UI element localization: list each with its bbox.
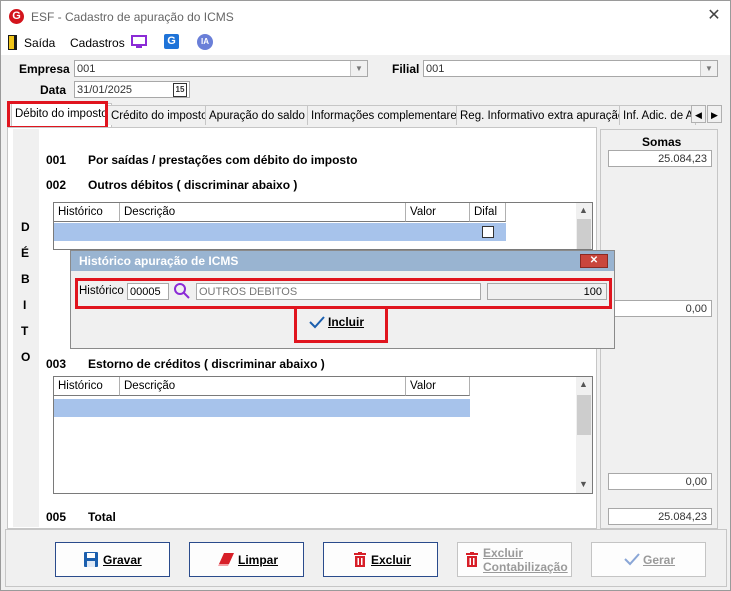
delete-accounting-label-line2: Contabilização — [483, 560, 568, 574]
branch-value: 001 — [426, 63, 445, 75]
date-label: Data — [40, 83, 67, 97]
tab-informacoes-complementares[interactable]: Informações complementares — [307, 105, 467, 125]
branch-label: Filial — [392, 62, 420, 76]
somas-header: Somas — [642, 135, 682, 149]
delete-accounting-button[interactable]: Excluir Contabilização — [457, 542, 572, 577]
window-title: ESF - Cadastro de apuração do ICMS — [31, 10, 234, 24]
table-row[interactable] — [54, 399, 470, 417]
section-005-label: Total — [88, 510, 116, 524]
chevron-up-icon[interactable]: ▲ — [579, 205, 588, 215]
company-label: Empresa — [19, 62, 70, 76]
menu-exit[interactable]: Saída — [24, 36, 55, 50]
main-window: G ESF - Cadastro de apuração do ICMS ✕ S… — [0, 0, 731, 591]
vertical-letter: T — [21, 324, 29, 338]
section-003-label: Estorno de créditos ( discriminar abaixo… — [88, 357, 325, 371]
date-field[interactable]: 31/01/2025 15 — [74, 81, 190, 98]
highlight-dialog-fields — [75, 278, 612, 309]
section-002-code: 002 — [46, 178, 67, 192]
delete-button-label: Excluir — [371, 553, 412, 567]
column-header-valor[interactable]: Valor — [406, 203, 470, 222]
credit-reversal-grid[interactable]: Histórico Descrição Valor ▲ ▼ — [53, 376, 593, 494]
tab-scroll-left-icon[interactable]: ◀ — [691, 105, 706, 123]
table-row[interactable] — [54, 223, 506, 241]
tab-inf-adic[interactable]: Inf. Adic. de A — [619, 105, 696, 125]
close-window-button[interactable]: ✕ — [704, 6, 724, 26]
dialog-title: Histórico apuração de ICMS — [79, 254, 239, 268]
floppy-disk-icon — [84, 552, 98, 570]
clear-button-label: Limpar — [238, 553, 279, 567]
sum-005-total: 25.084,23 — [608, 508, 712, 525]
difal-checkbox[interactable] — [482, 226, 494, 238]
sum-002: 0,00 — [608, 300, 712, 317]
tab-strip: Débito do imposto Crédito do imposto Apu… — [7, 103, 725, 127]
company-value: 001 — [77, 63, 96, 75]
eraser-icon — [218, 552, 236, 570]
exit-icon — [8, 35, 18, 50]
save-button[interactable]: Gravar — [55, 542, 170, 577]
section-002-label: Outros débitos ( discriminar abaixo ) — [88, 178, 298, 192]
highlight-include-button — [294, 306, 388, 343]
vertical-letter: D — [21, 220, 30, 234]
chevron-up-icon[interactable]: ▲ — [579, 379, 588, 389]
clear-button[interactable]: Limpar — [189, 542, 304, 577]
date-value: 31/01/2025 — [77, 84, 133, 96]
tab-reg-informativo[interactable]: Reg. Informativo extra apuração — [456, 105, 629, 125]
chevron-down-icon[interactable]: ▼ — [700, 61, 717, 76]
save-button-label: Gravar — [103, 553, 142, 567]
dialog-close-button[interactable]: ✕ — [580, 254, 608, 268]
calendar-icon[interactable]: 15 — [173, 83, 187, 97]
trash-icon — [354, 552, 366, 570]
app-logo: G — [9, 9, 24, 24]
delete-accounting-label-line1: Excluir — [483, 546, 524, 560]
generate-button[interactable]: Gerar — [591, 542, 706, 577]
vertical-letter: B — [21, 272, 30, 286]
column-header-valor[interactable]: Valor — [406, 377, 470, 396]
chevron-down-icon[interactable]: ▼ — [350, 61, 367, 76]
chevron-down-icon[interactable]: ▼ — [579, 479, 588, 489]
sum-001: 25.084,23 — [608, 150, 712, 167]
branch-select[interactable]: 001 ▼ — [423, 60, 718, 77]
section-001-label: Por saídas / prestações com débito do im… — [88, 153, 358, 167]
column-header-historico[interactable]: Histórico — [54, 203, 120, 222]
column-header-historico[interactable]: Histórico — [54, 377, 120, 396]
title-bar: G ESF - Cadastro de apuração do ICMS ✕ — [1, 1, 730, 31]
tab-credito-imposto[interactable]: Crédito do imposto — [107, 105, 212, 125]
generate-button-label: Gerar — [643, 553, 676, 567]
vertical-letter: O — [21, 350, 31, 364]
checkmark-icon — [624, 552, 640, 569]
tab-apuracao-saldo[interactable]: Apuração do saldo — [205, 105, 309, 125]
column-header-descricao[interactable]: Descrição — [120, 203, 406, 222]
section-005-code: 005 — [46, 510, 67, 524]
sum-003: 0,00 — [608, 473, 712, 490]
dialog-title-bar: Histórico apuração de ICMS ✕ — [71, 251, 614, 271]
column-header-difal[interactable]: Difal — [470, 203, 506, 222]
ia-assistant-icon[interactable]: IA — [197, 34, 213, 50]
other-debits-grid[interactable]: Histórico Descrição Valor Difal ▲ — [53, 202, 593, 250]
trash-icon — [466, 552, 478, 570]
vertical-letter: É — [21, 246, 30, 260]
grid1-scrollbar[interactable]: ▲ — [576, 203, 592, 249]
grid1-scroll-thumb[interactable] — [577, 219, 591, 249]
grid2-scroll-thumb[interactable] — [577, 395, 591, 435]
section-003-code: 003 — [46, 357, 67, 371]
menu-bar: Saída Cadastros G IA — [1, 31, 730, 55]
vertical-letter: I — [23, 298, 27, 312]
highlight-active-tab — [7, 101, 108, 129]
monitor-icon[interactable] — [131, 34, 147, 53]
menu-registers[interactable]: Cadastros — [70, 36, 125, 50]
delete-button[interactable]: Excluir — [323, 542, 438, 577]
company-select[interactable]: 001 ▼ — [74, 60, 368, 77]
grid2-scrollbar[interactable]: ▲ ▼ — [576, 377, 592, 493]
tab-scroll-right-icon[interactable]: ▶ — [707, 105, 722, 123]
g-app-icon[interactable]: G — [164, 34, 179, 49]
section-001-code: 001 — [46, 153, 67, 167]
column-header-descricao[interactable]: Descrição — [120, 377, 406, 396]
somas-panel — [600, 129, 718, 529]
